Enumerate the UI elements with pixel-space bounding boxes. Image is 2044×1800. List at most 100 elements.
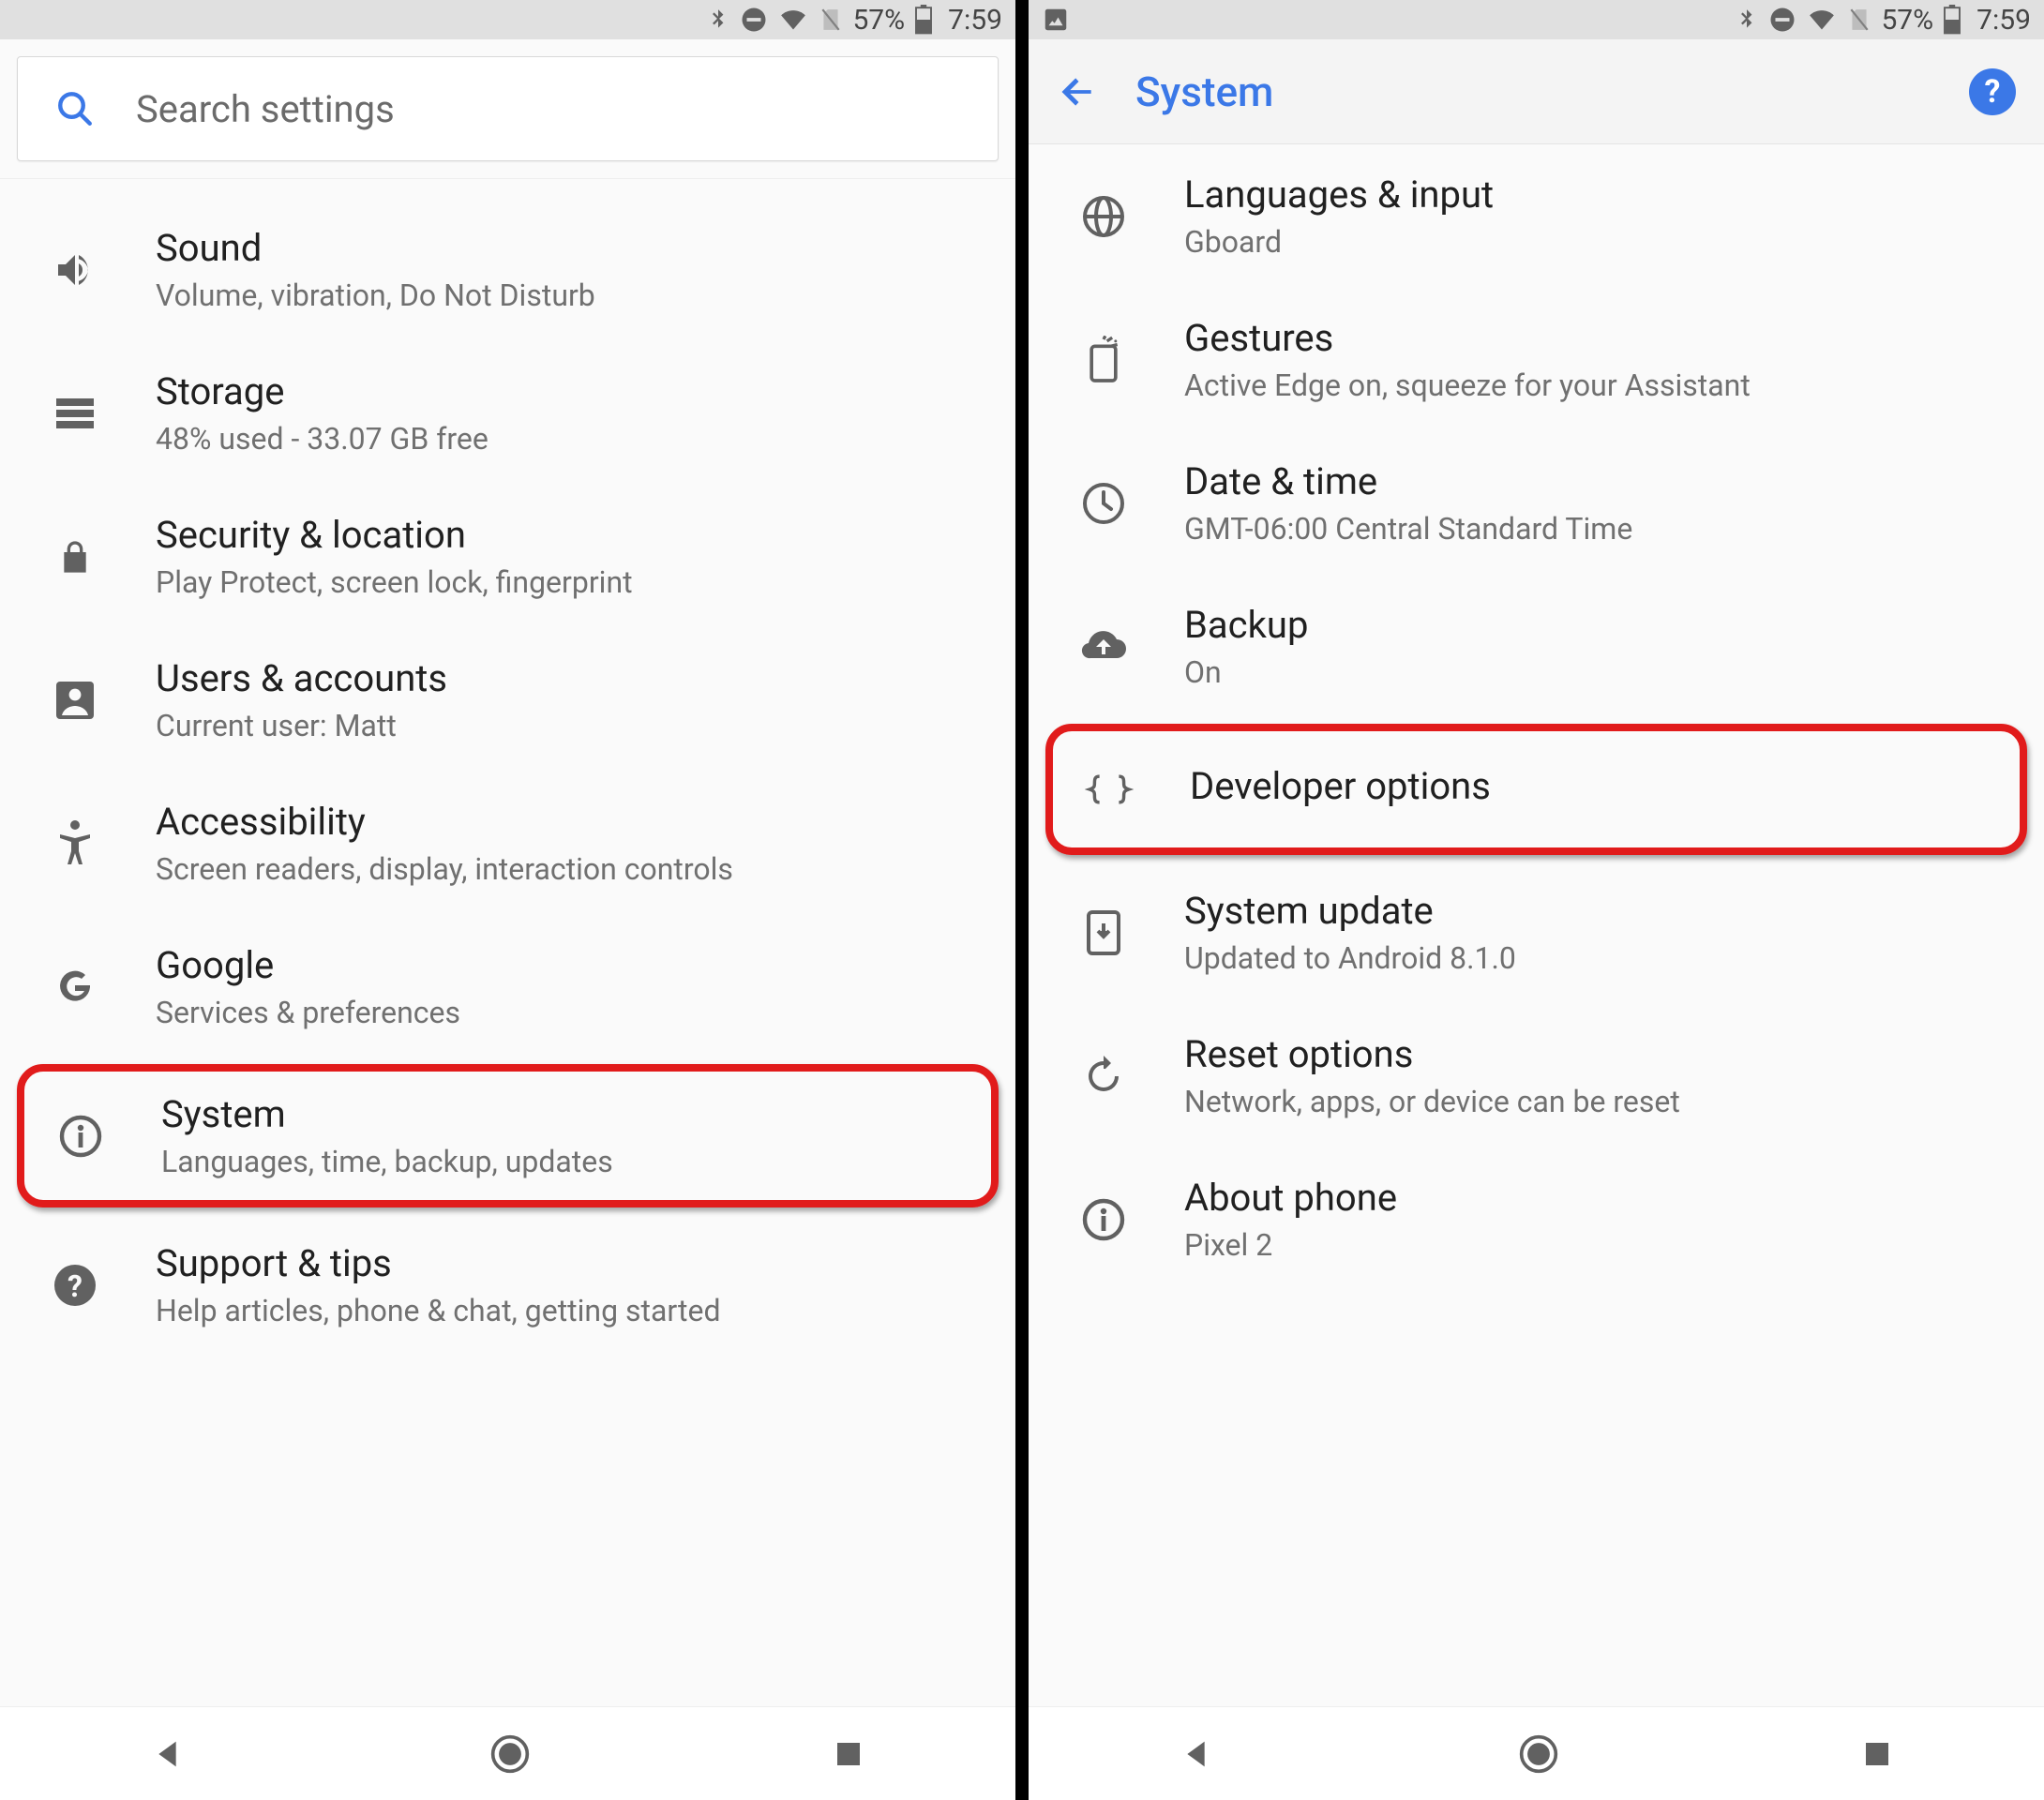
nav-recent-icon[interactable]	[1860, 1737, 1894, 1771]
settings-item-security[interactable]: Security & location Play Protect, screen …	[0, 485, 1015, 628]
system-item-datetime[interactable]: Date & time GMT-06:00 Central Standard Ti…	[1029, 431, 2044, 575]
no-sim-icon	[1847, 6, 1871, 34]
item-title: Sound	[156, 226, 987, 270]
nav-back-icon[interactable]	[1180, 1735, 1217, 1773]
item-title: System update	[1184, 889, 2016, 933]
page-title: System	[1135, 68, 1931, 116]
item-title: Users & accounts	[156, 656, 987, 700]
notification-icons	[1042, 6, 1070, 34]
clock-time: 7:59	[948, 4, 1002, 37]
nav-home-icon[interactable]	[489, 1733, 531, 1775]
item-title: Security & location	[156, 513, 987, 557]
svg-text:?: ?	[68, 1268, 83, 1304]
search-icon	[55, 89, 95, 128]
item-subtitle: Languages, time, backup, updates	[161, 1144, 972, 1179]
person-icon	[38, 678, 113, 723]
no-sim-icon	[819, 6, 843, 34]
item-subtitle: Volume, vibration, Do Not Disturb	[156, 278, 987, 313]
settings-item-accessibility[interactable]: AccessibilityScreen readers, display, in…	[0, 772, 1015, 915]
system-item-reset[interactable]: Reset options Network, apps, or device ca…	[1029, 1004, 2044, 1148]
restore-icon	[1066, 1054, 1141, 1099]
braces-icon	[1072, 771, 1147, 808]
google-icon	[38, 965, 113, 1010]
system-item-developer[interactable]: Developer options	[1045, 724, 2027, 855]
help-icon: ?	[38, 1263, 113, 1308]
back-arrow-icon[interactable]	[1057, 71, 1098, 112]
storage-icon	[38, 397, 113, 430]
item-title: Date & time	[1184, 459, 2016, 503]
item-title: About phone	[1184, 1176, 2016, 1220]
sound-icon	[38, 248, 113, 292]
system-list[interactable]: Languages & input Gboard Gestures Active E…	[1029, 144, 2044, 1706]
settings-item-sound[interactable]: Sound Volume, vibration, Do Not Disturb	[0, 198, 1015, 341]
item-title: Languages & input	[1184, 172, 2016, 217]
search-header: Search settings	[0, 39, 1015, 179]
wifi-icon	[777, 7, 809, 33]
dnd-icon	[1768, 6, 1796, 34]
item-subtitle: Help articles, phone & chat, getting sta…	[156, 1293, 987, 1328]
nav-back-icon[interactable]	[151, 1735, 188, 1773]
clock-icon	[1066, 481, 1141, 526]
item-title: Backup	[1184, 603, 2016, 647]
item-title: System	[161, 1092, 972, 1136]
search-settings-box[interactable]: Search settings	[17, 56, 999, 161]
gestures-icon	[1066, 336, 1141, 384]
system-header: System ?	[1029, 39, 2044, 144]
system-item-backup[interactable]: Backup On	[1029, 575, 2044, 718]
navigation-bar	[1029, 1706, 2044, 1800]
item-subtitle: Play Protect, screen lock, fingerprint	[156, 564, 987, 600]
accessibility-icon	[38, 819, 113, 868]
partial-row-top	[0, 179, 1015, 198]
battery-percentage: 57%	[1881, 4, 1933, 37]
system-item-update[interactable]: System update Updated to Android 8.1.0	[1029, 861, 2044, 1004]
info-icon	[43, 1114, 118, 1159]
item-subtitle: Pixel 2	[1184, 1227, 2016, 1263]
settings-item-users[interactable]: Users & accounts Current user: Matt	[0, 628, 1015, 772]
settings-list[interactable]: Sound Volume, vibration, Do Not Disturb S…	[0, 179, 1015, 1706]
navigation-bar	[0, 1706, 1015, 1800]
item-title: Google	[156, 943, 987, 987]
item-subtitle: Current user: Matt	[156, 708, 987, 743]
item-subtitle: Active Edge on, squeeze for your Assista…	[1184, 368, 2016, 403]
item-subtitle: GMT-06:00 Central Standard Time	[1184, 511, 2016, 547]
item-title: Storage	[156, 369, 987, 413]
item-subtitle: On	[1184, 654, 2016, 690]
status-bar: 57% 7:59	[0, 0, 1015, 39]
status-bar: 57% 7:59	[1029, 0, 2044, 39]
item-subtitle: 48% used - 33.07 GB free	[156, 421, 987, 457]
lock-icon	[38, 534, 113, 579]
settings-item-storage[interactable]: Storage 48% used - 33.07 GB free	[0, 341, 1015, 485]
nav-home-icon[interactable]	[1518, 1733, 1559, 1775]
item-subtitle: Updated to Android 8.1.0	[1184, 940, 2016, 976]
item-subtitle: Gboard	[1184, 224, 2016, 260]
globe-icon	[1066, 194, 1141, 239]
nav-recent-icon[interactable]	[832, 1737, 865, 1771]
system-item-about[interactable]: About phone Pixel 2	[1029, 1148, 2044, 1291]
help-icon[interactable]: ?	[1969, 68, 2016, 115]
screenshot-divider	[1015, 0, 1029, 1800]
clock-time: 7:59	[1976, 4, 2031, 37]
phone-right: 57% 7:59 System ? Languages & input Gboar…	[1029, 0, 2044, 1800]
bluetooth-icon	[706, 6, 730, 34]
dnd-icon	[740, 6, 768, 34]
info-icon	[1066, 1197, 1141, 1242]
settings-item-google[interactable]: GoogleServices & preferences	[0, 915, 1015, 1058]
search-placeholder: Search settings	[136, 87, 395, 131]
item-title: Gestures	[1184, 316, 2016, 360]
battery-icon	[914, 5, 933, 35]
settings-item-support[interactable]: ? Support & tips Help articles, phone & c…	[0, 1213, 1015, 1357]
battery-icon	[1943, 5, 1961, 35]
item-title: Reset options	[1184, 1032, 2016, 1076]
item-title: Support & tips	[156, 1241, 987, 1285]
image-notification-icon	[1042, 6, 1070, 34]
phone-left: 57% 7:59 Search settings Sound Volume, vi…	[0, 0, 1015, 1800]
item-title: Accessibility	[156, 800, 987, 844]
system-update-icon	[1066, 908, 1141, 957]
bluetooth-icon	[1735, 6, 1759, 34]
settings-item-system[interactable]: System Languages, time, backup, updates	[17, 1064, 999, 1208]
system-item-gestures[interactable]: Gestures Active Edge on, squeeze for your…	[1029, 288, 2044, 431]
battery-percentage: 57%	[852, 4, 905, 37]
item-subtitle: Network, apps, or device can be reset	[1184, 1084, 2016, 1119]
cloud-upload-icon	[1066, 628, 1141, 666]
system-item-languages[interactable]: Languages & input Gboard	[1029, 144, 2044, 288]
